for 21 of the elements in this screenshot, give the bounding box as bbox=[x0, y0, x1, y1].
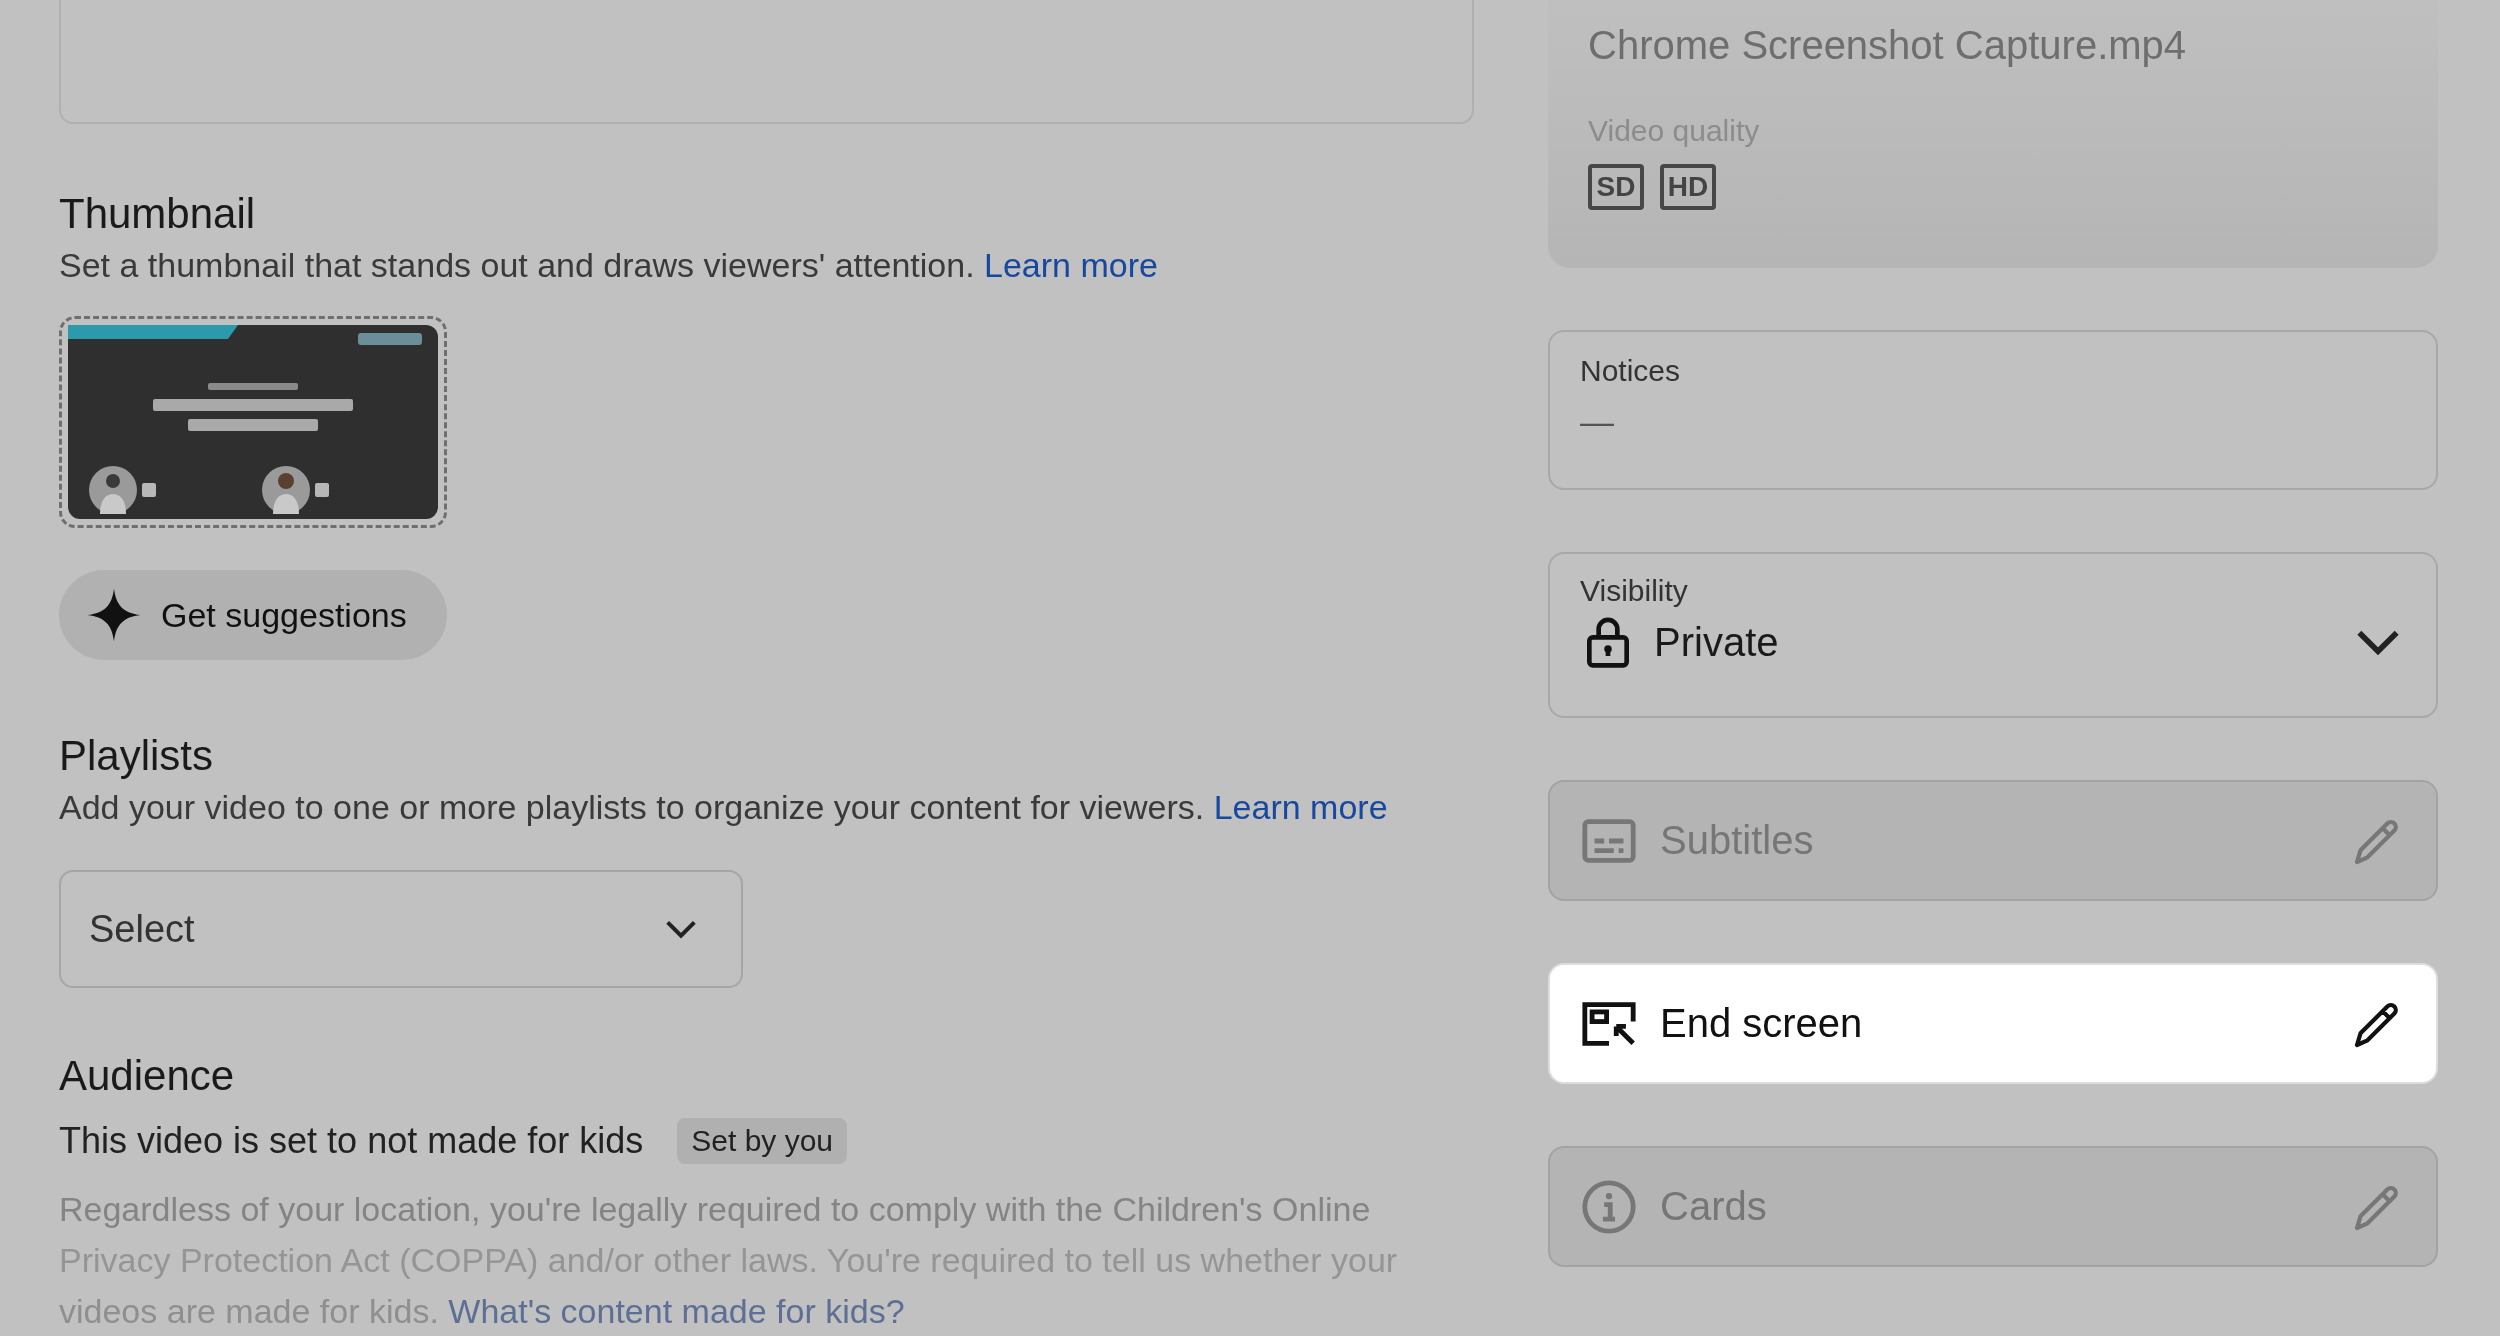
set-by-you-tag: Set by you bbox=[677, 1118, 848, 1164]
filename: Chrome Screenshot Capture.mp4 bbox=[1588, 22, 2188, 69]
info-icon bbox=[1580, 1177, 1638, 1236]
section-heading: Playlists bbox=[59, 732, 215, 780]
playlist-dropdown[interactable]: Select bbox=[59, 870, 743, 988]
section-description: Add your video to one or more playlists to organize your content for viewers. Learn more bbox=[59, 787, 1389, 828]
section-description: Set a thumbnail that stands out and draws viewers' attention. Learn more bbox=[59, 245, 1159, 286]
get-suggestions-button[interactable]: Get suggestions bbox=[59, 570, 447, 660]
section-heading: Thumbnail bbox=[59, 190, 257, 238]
section-heading: Audience bbox=[59, 1052, 236, 1100]
learn-more-link[interactable]: Learn more bbox=[1213, 788, 1388, 826]
editor-button[interactable]: End screen bbox=[1548, 963, 2438, 1084]
field-label: Notices bbox=[1580, 354, 1682, 388]
quality-badge: SD bbox=[1588, 164, 1644, 210]
paragraph-line: Regardless of your location, you're legally required to comply with the Children's Online bbox=[59, 1189, 1372, 1230]
field-value: — bbox=[1580, 402, 1615, 441]
quality-badge: HD bbox=[1660, 164, 1716, 210]
visibility-dropdown[interactable]: Visibility Private bbox=[1548, 552, 2438, 718]
learn-more-link[interactable]: Learn more bbox=[984, 246, 1158, 284]
audience-status: This video is set to not made for kids bbox=[59, 1120, 644, 1162]
content-for-kids-link[interactable]: What's content made for kids? bbox=[448, 1292, 905, 1330]
